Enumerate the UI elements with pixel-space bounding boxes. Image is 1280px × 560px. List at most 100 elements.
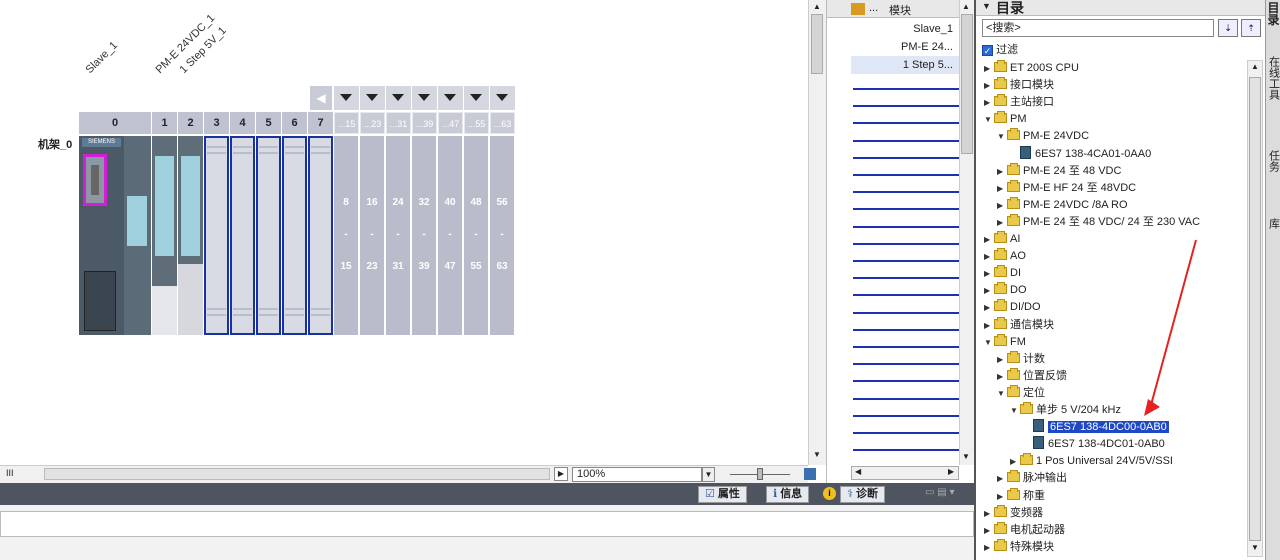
- scroll-up-arrow-icon[interactable]: ▲: [811, 2, 823, 11]
- window-controls-icon[interactable]: ▭ ▤ ▾: [925, 487, 954, 498]
- collapsed-chevron-icon[interactable]: ▶: [984, 282, 994, 299]
- catalog-folder-item[interactable]: ▼ FM: [984, 333, 1026, 351]
- expand-range-button-4[interactable]: [438, 86, 463, 110]
- collapsed-chevron-icon[interactable]: ▶: [984, 248, 994, 265]
- collapsed-chevron-icon[interactable]: ▶: [984, 60, 994, 77]
- collapsed-chevron-icon[interactable]: ▶: [997, 368, 1007, 385]
- collapsed-chevron-icon[interactable]: ▶: [997, 351, 1007, 368]
- collapsed-chevron-icon[interactable]: ▶: [984, 231, 994, 248]
- catalog-folder-item[interactable]: ▶ 变频器: [984, 504, 1043, 522]
- collapsed-chevron-icon[interactable]: ▶: [1010, 453, 1020, 470]
- empty-slot-4[interactable]: [230, 136, 255, 335]
- rail-tab-tasks[interactable]: 任务: [1266, 150, 1280, 175]
- collapsed-chevron-icon[interactable]: ▶: [984, 299, 994, 316]
- tab-diagnostics[interactable]: ⚕ 诊断: [840, 486, 885, 503]
- range-slot-column-1[interactable]: 16 - 23: [360, 136, 385, 335]
- catalog-folder-item[interactable]: ▶ PM-E 24 至 48 VDC/ 24 至 230 VAC: [984, 213, 1200, 231]
- catalog-scroll-down-icon[interactable]: ▼: [1249, 543, 1261, 552]
- catalog-module-item[interactable]: 6ES7 138-4DC01-0AB0: [984, 436, 1165, 453]
- tab-info[interactable]: ℹ 信息: [766, 486, 810, 503]
- zoom-select[interactable]: 100%: [572, 467, 702, 482]
- overview-vertical-scrollbar[interactable]: ▲ ▼: [959, 0, 975, 465]
- overview-col-module[interactable]: 模块: [889, 2, 911, 18]
- rail-tab-library[interactable]: 库: [1266, 218, 1280, 232]
- overview-scroll-down-icon[interactable]: ▼: [962, 452, 970, 461]
- empty-slot-3[interactable]: [204, 136, 229, 335]
- overview-row-1[interactable]: PM-E 24...: [851, 38, 959, 56]
- empty-slot-5[interactable]: [256, 136, 281, 335]
- collapsed-chevron-icon[interactable]: ▶: [997, 180, 1007, 197]
- catalog-folder-item[interactable]: ▶ 称重: [984, 487, 1045, 505]
- zoom-next-button[interactable]: ▶: [554, 467, 568, 481]
- overview-hscroll[interactable]: ◀ ▶: [851, 466, 959, 480]
- catalog-folder-item[interactable]: ▶ DO: [984, 282, 1027, 299]
- collapsed-chevron-icon[interactable]: ▶: [984, 94, 994, 111]
- canvas-vertical-scrollbar[interactable]: ▲ ▼: [808, 0, 826, 465]
- expand-range-button-0[interactable]: [334, 86, 359, 110]
- canvas-hscroll-track[interactable]: [44, 468, 550, 480]
- expanded-chevron-icon[interactable]: ▼: [997, 385, 1007, 402]
- collapsed-chevron-icon[interactable]: ▶: [997, 163, 1007, 180]
- expand-range-button-6[interactable]: [490, 86, 515, 110]
- expanded-chevron-icon[interactable]: ▼: [997, 128, 1007, 145]
- catalog-folder-item[interactable]: ▶ 位置反馈: [984, 367, 1067, 385]
- tab-properties[interactable]: ☑ 属性: [698, 486, 747, 503]
- expanded-chevron-icon[interactable]: ▼: [1010, 402, 1020, 419]
- range-slot-column-2[interactable]: 24 - 31: [386, 136, 411, 335]
- catalog-folder-item[interactable]: ▶ 通信模块: [984, 316, 1054, 334]
- collapsed-chevron-icon[interactable]: ▶: [997, 488, 1007, 505]
- rail-tab-online[interactable]: 在线工具: [1266, 56, 1280, 103]
- catalog-folder-item[interactable]: ▶ 主站接口: [984, 94, 1054, 111]
- overview-row-2[interactable]: 1 Step 5...: [851, 56, 959, 74]
- overview-vscroll-thumb[interactable]: [961, 14, 973, 154]
- collapsed-chevron-icon[interactable]: ▶: [984, 317, 994, 334]
- catalog-vscroll-thumb[interactable]: [1249, 77, 1261, 541]
- catalog-folder-item[interactable]: ▼ 单步 5 V/204 kHz: [984, 402, 1121, 419]
- pm-e-module[interactable]: [152, 136, 177, 335]
- filter-checkbox[interactable]: ✓ 过滤: [982, 42, 1018, 58]
- zoom-slider-thumb[interactable]: [757, 468, 763, 480]
- catalog-module-item[interactable]: 6ES7 138-4DC00-0AB0: [984, 419, 1169, 436]
- range-slot-column-5[interactable]: 48 - 55: [464, 136, 489, 335]
- scroll-down-arrow-icon[interactable]: ▼: [811, 450, 823, 459]
- catalog-folder-item[interactable]: ▶ PM-E 24VDC /8A RO: [984, 196, 1128, 214]
- catalog-folder-item[interactable]: ▶ 脉冲输出: [984, 470, 1067, 487]
- catalog-folder-item[interactable]: ▼ PM-E 24VDC: [984, 128, 1089, 145]
- search-down-button[interactable]: ⇣: [1218, 19, 1238, 37]
- catalog-folder-item[interactable]: ▶ AO: [984, 248, 1026, 265]
- catalog-folder-item[interactable]: ▶ 电机起动器: [984, 521, 1065, 539]
- expand-range-button-2[interactable]: [386, 86, 411, 110]
- catalog-folder-item[interactable]: ▶ 计数: [984, 350, 1045, 368]
- overview-row-0[interactable]: Slave_1: [851, 20, 959, 38]
- collapsed-chevron-icon[interactable]: ▶: [997, 470, 1007, 487]
- collapsed-chevron-icon[interactable]: ▶: [997, 197, 1007, 214]
- collapsed-chevron-icon[interactable]: ▶: [984, 539, 994, 556]
- device-label-slave[interactable]: Slave_1: [84, 39, 121, 76]
- collapsed-chevron-icon[interactable]: ▶: [984, 505, 994, 522]
- range-slot-column-0[interactable]: 8 - 15: [334, 136, 359, 335]
- empty-slot-7[interactable]: [308, 136, 333, 335]
- empty-slot-6[interactable]: [282, 136, 307, 335]
- expand-range-button-3[interactable]: [412, 86, 437, 110]
- catalog-folder-item[interactable]: ▶ PM-E HF 24 至 48VDC: [984, 179, 1136, 197]
- collapsed-chevron-icon[interactable]: ▶: [997, 214, 1007, 231]
- expanded-chevron-icon[interactable]: ▼: [984, 334, 994, 351]
- zoom-dropdown-chevron-icon[interactable]: ▼: [702, 467, 715, 482]
- catalog-folder-item[interactable]: ▶ AI: [984, 231, 1020, 248]
- catalog-folder-item[interactable]: ▶ 特殊模块: [984, 538, 1054, 556]
- catalog-folder-item[interactable]: ▶ 1 Pos Universal 24V/5V/SSI: [984, 453, 1173, 470]
- catalog-folder-item[interactable]: ▶ 接口模块: [984, 77, 1054, 94]
- catalog-scroll-up-icon[interactable]: ▲: [1249, 62, 1261, 71]
- collapsed-chevron-icon[interactable]: ▶: [984, 522, 994, 539]
- catalog-module-item[interactable]: 6ES7 138-4CA01-0AA0: [984, 145, 1151, 163]
- step-module[interactable]: [178, 136, 203, 335]
- expanded-chevron-icon[interactable]: ▼: [984, 111, 994, 128]
- range-slot-column-6[interactable]: 56 - 63: [490, 136, 515, 335]
- search-up-button[interactable]: ⇡: [1241, 19, 1261, 37]
- catalog-folder-item[interactable]: ▶ DI/DO: [984, 299, 1041, 316]
- rail-tab-catalog[interactable]: 目录: [1266, 2, 1280, 26]
- device-view-canvas[interactable]: Slave_1 PM-E 24VDC_1 1 Step 5V_1 ◀ 0 1 2…: [0, 0, 808, 465]
- catalog-vertical-scrollbar[interactable]: ▲ ▼: [1247, 60, 1263, 557]
- overview-filter-icon[interactable]: [851, 3, 865, 15]
- head-module[interactable]: SIEMENS: [79, 136, 124, 335]
